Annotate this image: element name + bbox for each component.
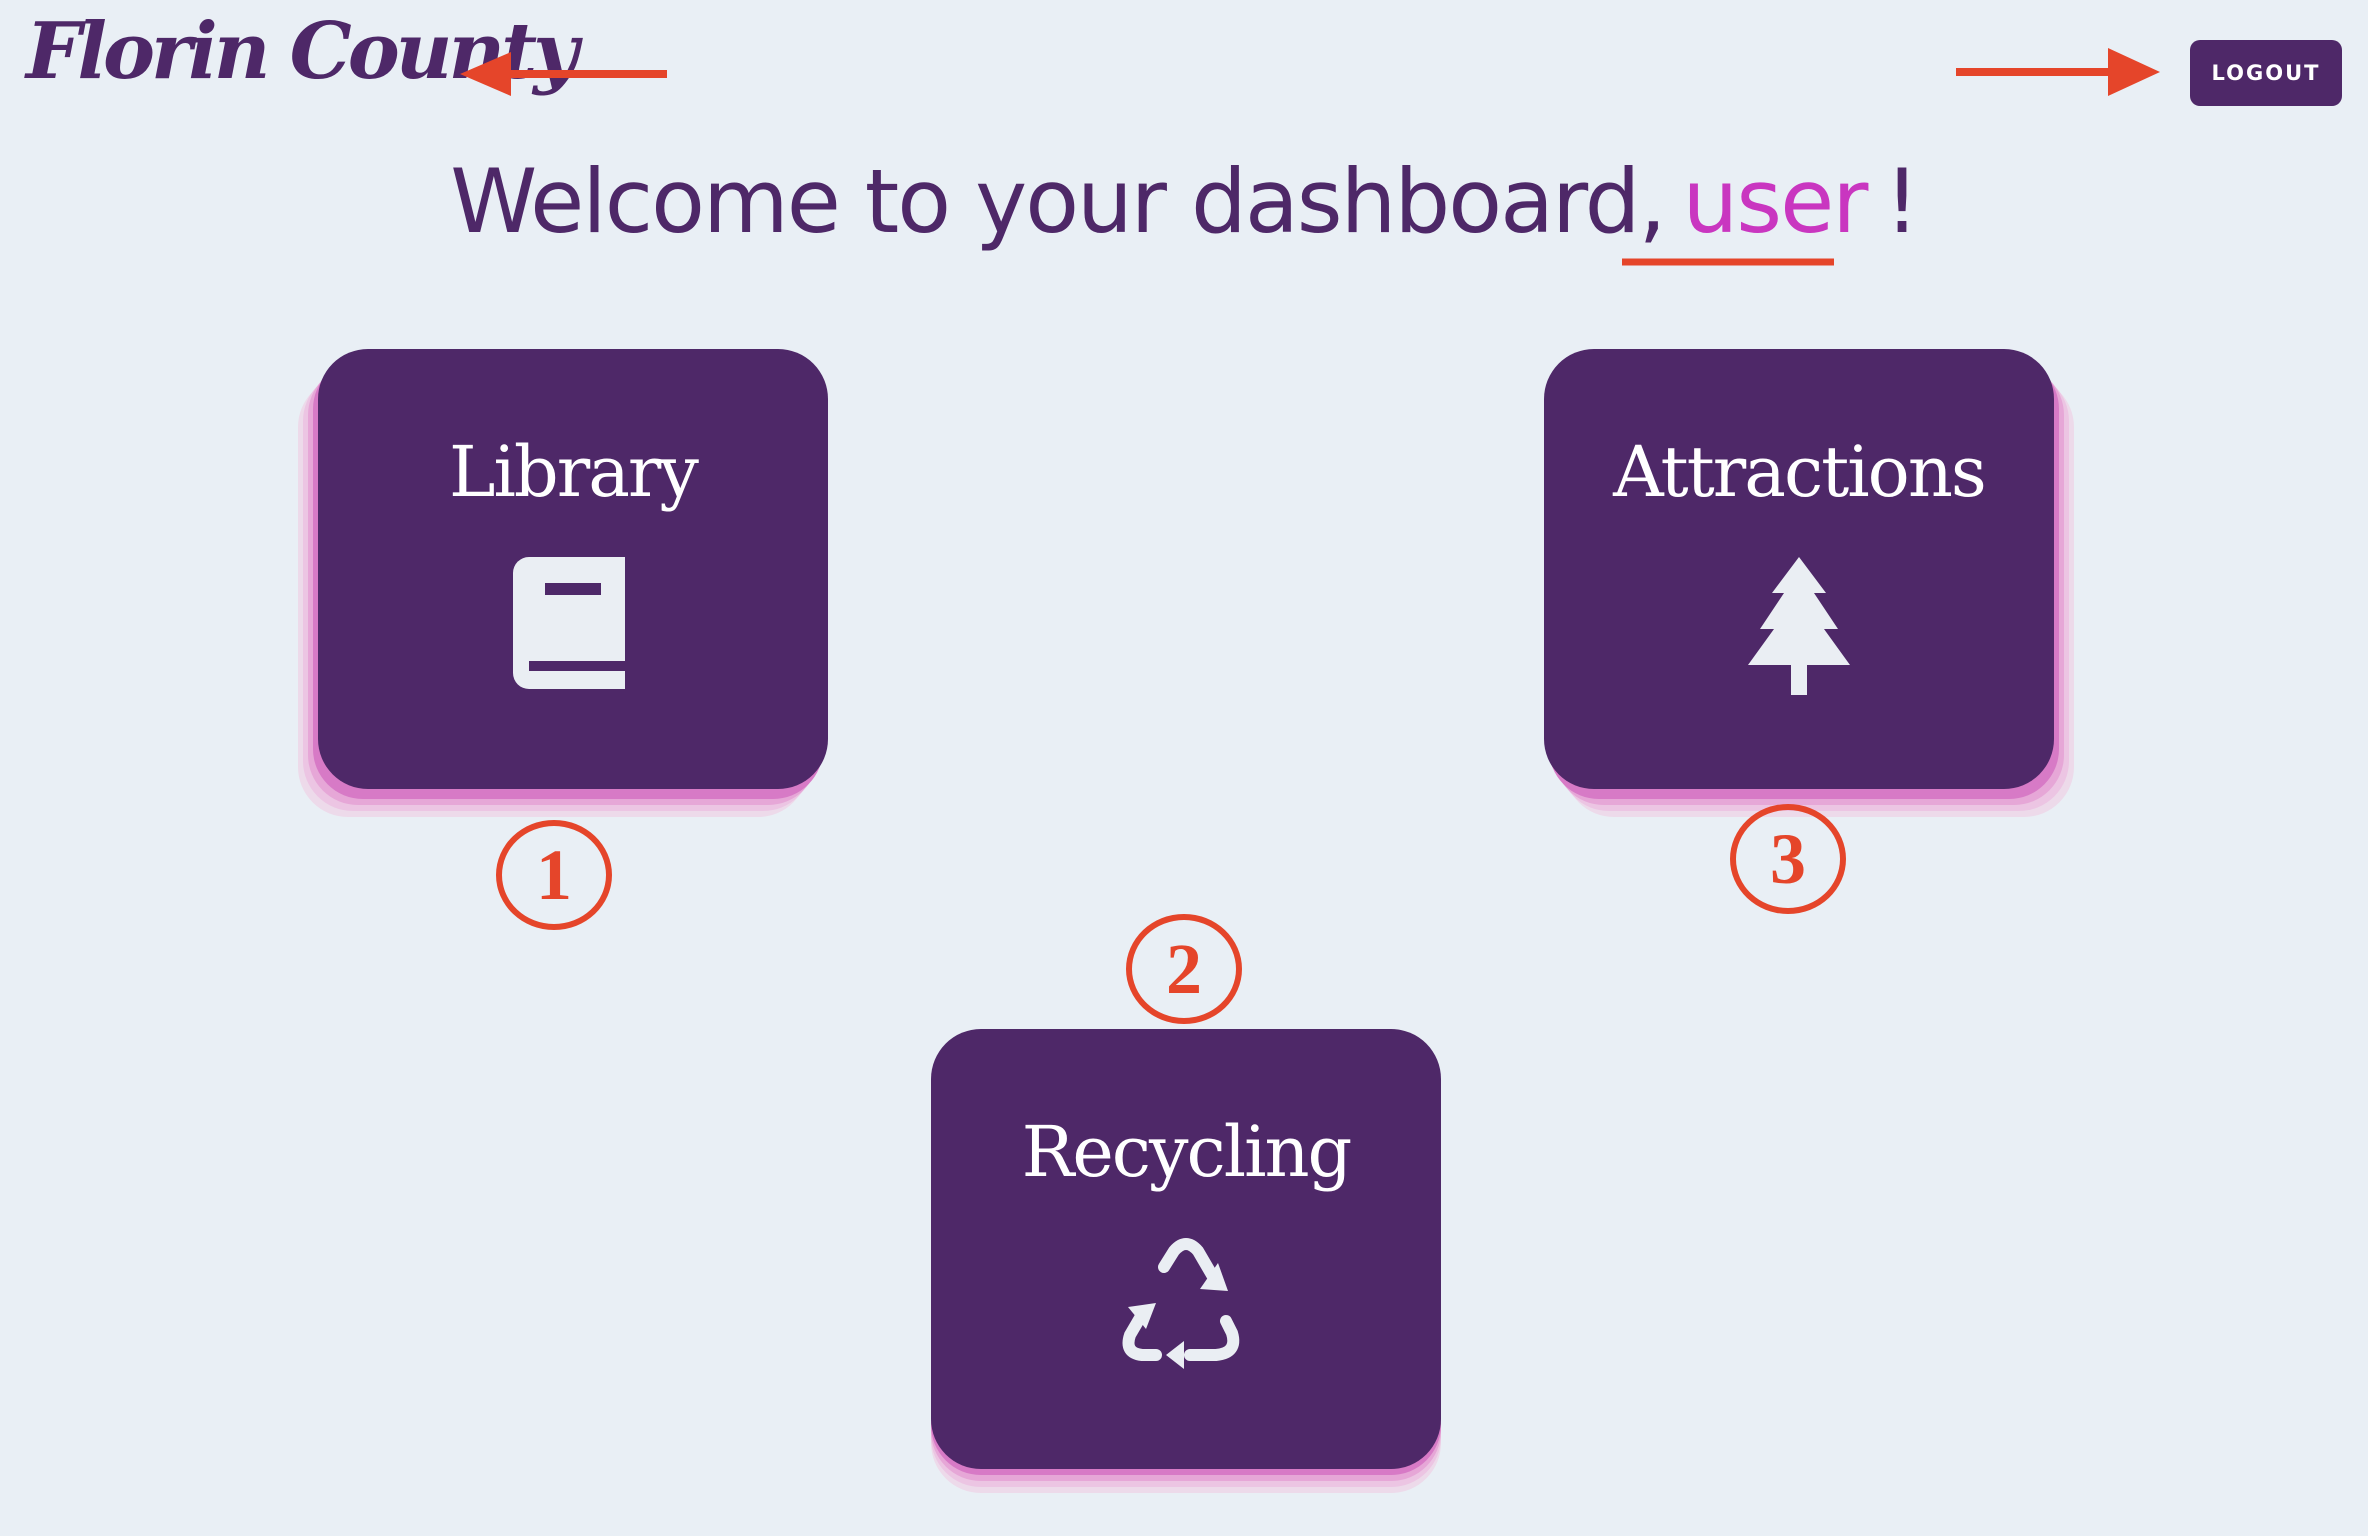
- attractions-card-title: Attractions: [1613, 431, 1987, 513]
- library-card[interactable]: Library: [318, 349, 828, 789]
- username: user: [1682, 150, 1868, 253]
- logout-button[interactable]: LOGOUT: [2190, 40, 2342, 106]
- tree-icon: [1544, 557, 2054, 697]
- recycling-card[interactable]: Recycling: [931, 1029, 1441, 1469]
- annotation-underline-username: [1622, 258, 1834, 266]
- welcome-heading: Welcome to your dashboard, user!: [0, 150, 2368, 253]
- library-card-title: Library: [449, 431, 699, 513]
- welcome-exclamation: !: [1884, 150, 1919, 253]
- book-icon: [318, 557, 828, 697]
- recycling-card-title: Recycling: [1021, 1111, 1353, 1193]
- annotation-badge-1: 1: [496, 820, 612, 930]
- attractions-card[interactable]: Attractions: [1544, 349, 2054, 789]
- annotation-arrow-logout: [1956, 48, 2160, 96]
- welcome-text: Welcome to your dashboard,: [450, 150, 1666, 253]
- site-logo[interactable]: Florin County: [26, 6, 579, 97]
- annotation-badge-2: 2: [1126, 914, 1242, 1024]
- annotation-badge-3: 3: [1730, 804, 1846, 914]
- recycle-icon: [931, 1237, 1441, 1377]
